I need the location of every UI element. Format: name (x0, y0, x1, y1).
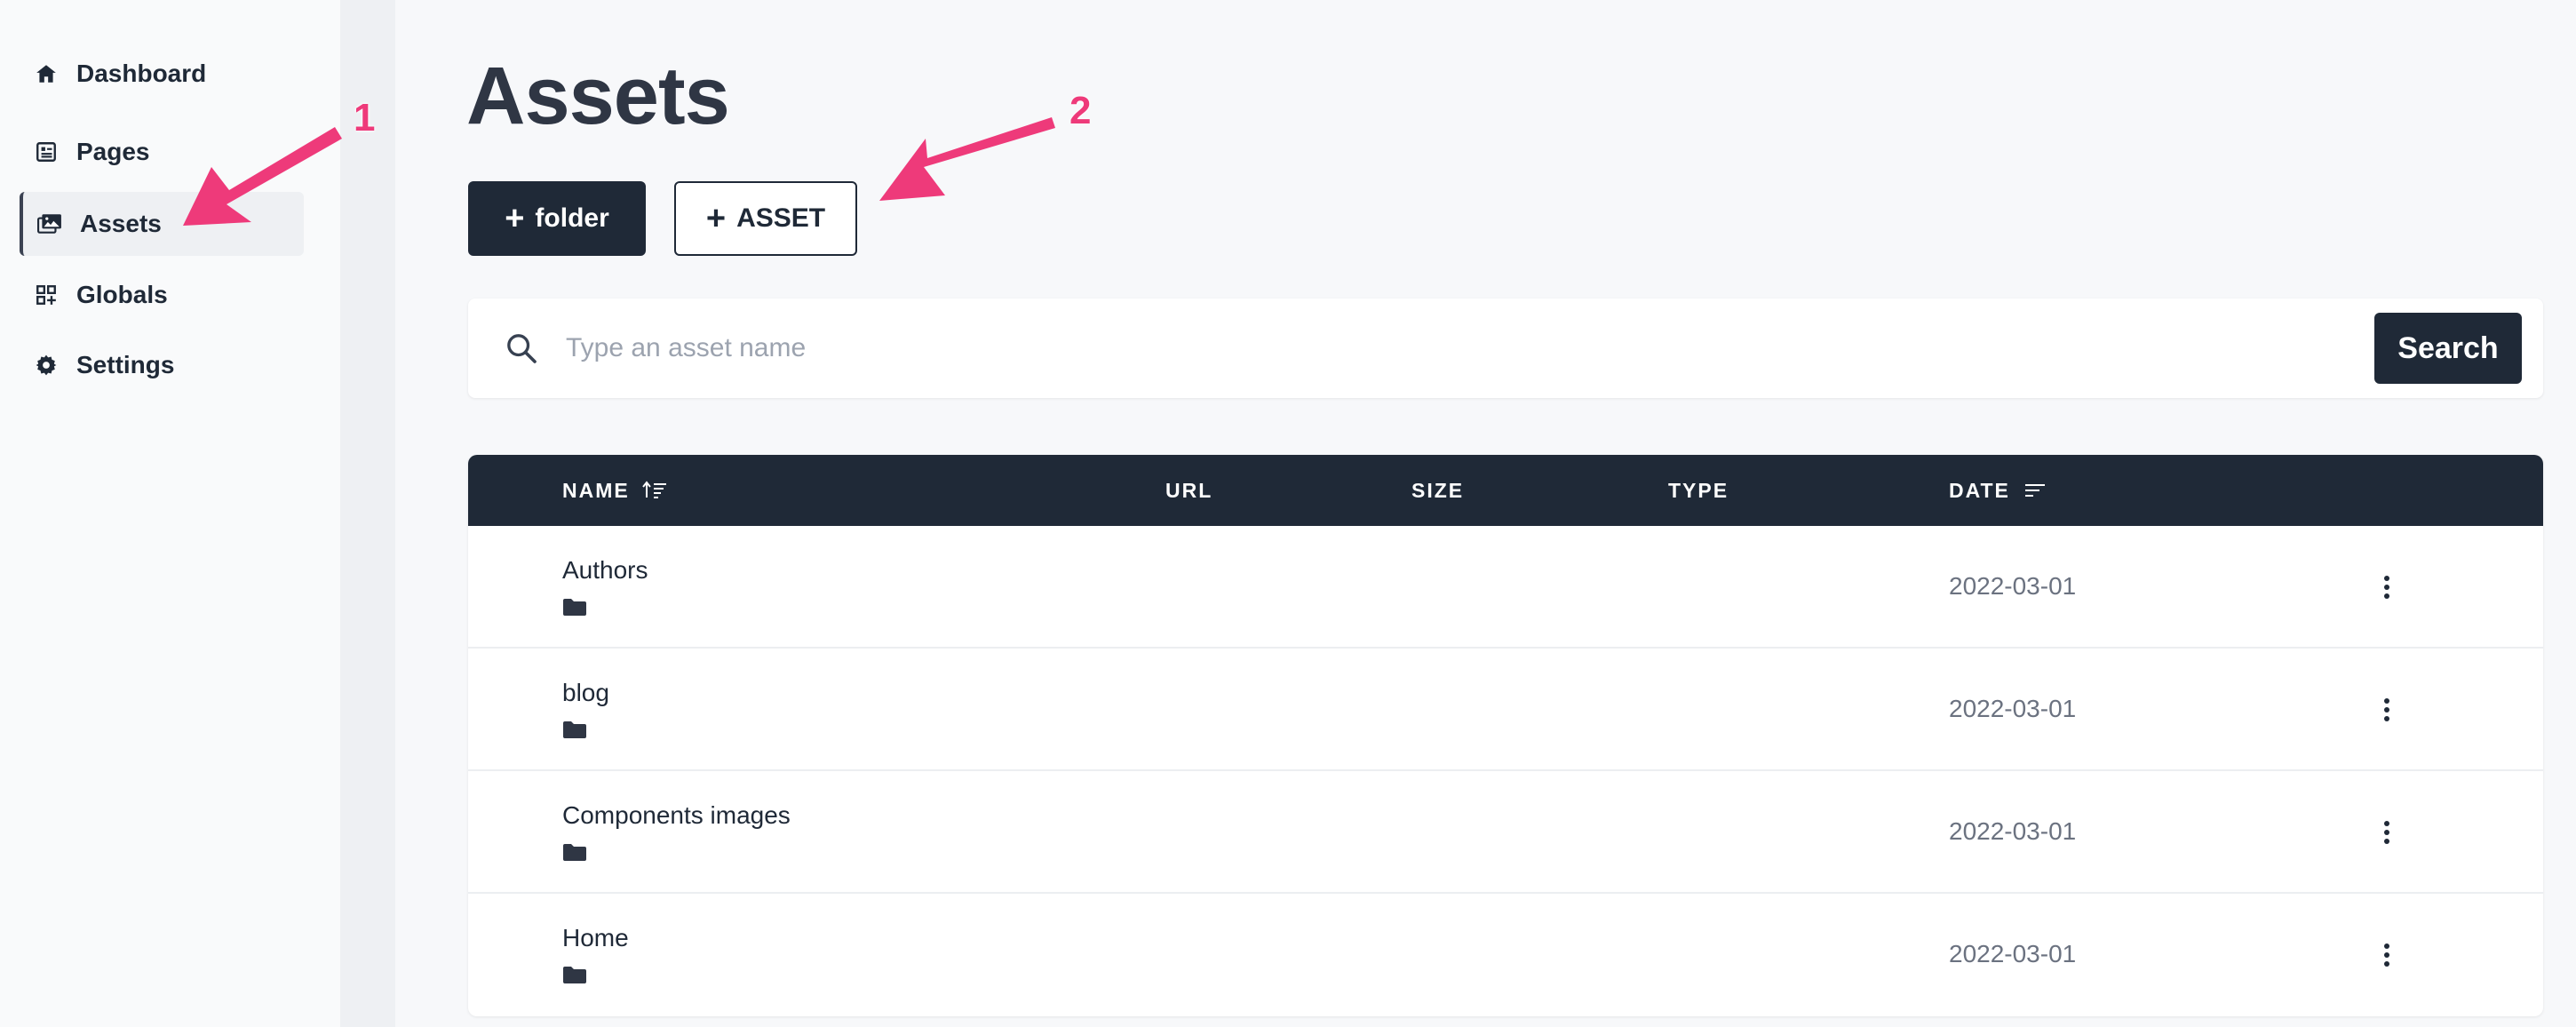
sidebar-item-globals[interactable]: Globals (20, 263, 304, 327)
sidebar-item-label: Settings (76, 351, 175, 378)
assets-table: NAME URL SIZE TYPE DATE Authors 2022-03-… (468, 455, 2543, 1016)
row-date: 2022-03-01 (1949, 695, 2077, 722)
column-header-size: SIZE (1411, 455, 1464, 526)
sidebar-item-settings[interactable]: Settings (20, 333, 304, 397)
column-header-label: NAME (562, 478, 630, 502)
folder-icon (563, 721, 586, 738)
row-date: 2022-03-01 (1949, 940, 2077, 967)
sidebar-item-label: Globals (76, 281, 168, 308)
sort-ascending-icon (641, 481, 666, 498)
search-button[interactable]: Search (2374, 313, 2522, 384)
folder-icon (563, 599, 586, 616)
column-header-name[interactable]: NAME (562, 455, 667, 526)
sidebar: Dashboard Pages Assets Globals Settings (0, 0, 340, 1027)
column-header-label: URL (1165, 478, 1213, 502)
image-icon (37, 211, 62, 236)
annotation-number-2: 2 (1069, 89, 1092, 132)
column-header-type: TYPE (1668, 455, 1729, 526)
search-icon (504, 330, 539, 366)
plus-icon: + (505, 200, 525, 237)
plus-icon: + (705, 200, 727, 237)
add-asset-label: ASSET (736, 203, 826, 233)
row-name[interactable]: Home (562, 924, 629, 952)
search-bar: Search (468, 299, 2543, 398)
row-name[interactable]: blog (562, 679, 609, 707)
sidebar-item-assets[interactable]: Assets (20, 192, 304, 256)
annotation-number-1: 1 (354, 96, 376, 139)
row-date: 2022-03-01 (1949, 817, 2077, 845)
grid-add-icon (34, 283, 59, 307)
page-title: Assets (466, 51, 730, 141)
sidebar-item-dashboard[interactable]: Dashboard (20, 42, 304, 106)
search-input[interactable] (566, 322, 2342, 375)
sidebar-item-label: Pages (76, 138, 150, 165)
add-asset-button[interactable]: + ASSET (674, 181, 857, 256)
more-options-icon[interactable] (2369, 933, 2405, 977)
column-header-label: SIZE (1411, 478, 1465, 502)
column-header-label: DATE (1949, 478, 2010, 502)
table-row[interactable]: Home 2022-03-01 (468, 894, 2543, 1016)
pages-icon (34, 139, 59, 164)
row-name[interactable]: Authors (562, 556, 648, 585)
row-date: 2022-03-01 (1949, 572, 2077, 600)
home-icon (34, 61, 59, 86)
add-folder-button[interactable]: + folder (468, 181, 646, 256)
table-row[interactable]: blog 2022-03-01 (468, 649, 2543, 771)
gear-icon (34, 353, 59, 378)
folder-icon (563, 844, 586, 861)
folder-icon (563, 967, 586, 983)
more-options-icon[interactable] (2369, 688, 2405, 732)
sort-icon (2024, 484, 2045, 497)
table-header: NAME URL SIZE TYPE DATE (468, 455, 2543, 526)
more-options-icon[interactable] (2369, 810, 2405, 855)
row-name[interactable]: Components images (562, 801, 791, 830)
column-header-url: URL (1165, 455, 1212, 526)
sidebar-item-pages[interactable]: Pages (20, 120, 304, 184)
add-folder-label: folder (535, 203, 609, 233)
sidebar-item-label: Assets (80, 210, 162, 237)
table-row[interactable]: Components images 2022-03-01 (468, 771, 2543, 894)
more-options-icon[interactable] (2369, 565, 2405, 609)
sidebar-divider (340, 0, 395, 1027)
column-header-label: TYPE (1668, 478, 1729, 502)
table-row[interactable]: Authors 2022-03-01 (468, 526, 2543, 649)
sidebar-item-label: Dashboard (76, 60, 207, 87)
main-content: Assets + folder + ASSET Search NAME URL … (395, 0, 2576, 1027)
column-header-date[interactable]: DATE (1949, 455, 2047, 526)
